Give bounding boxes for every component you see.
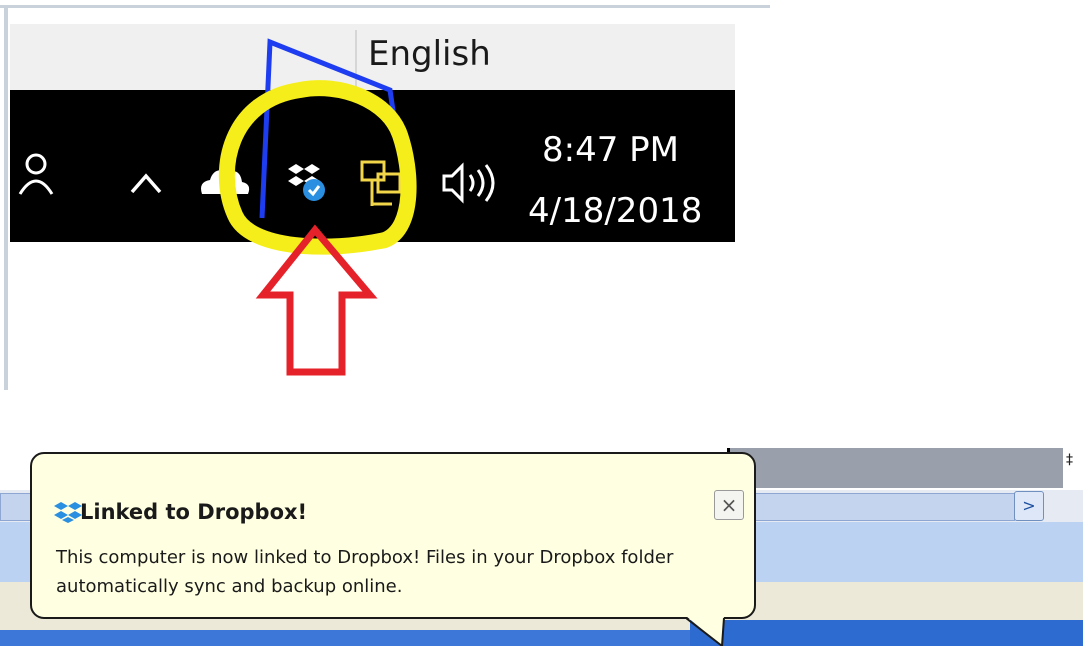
notification-body: This computer is now linked to Dropbox! … (56, 547, 674, 597)
dropbox-icon (54, 502, 82, 523)
annotation-layer (218, 38, 417, 376)
balloon-tail (686, 616, 725, 646)
window-titlebar-strip (727, 448, 1066, 488)
pin-icon[interactable]: ‡ (1066, 452, 1073, 468)
taskbar-screenshot: English 8:47 PM 4/18/2018 (0, 0, 780, 395)
notification-title: Linked to Dropbox! (80, 500, 308, 524)
go-button[interactable]: > (1014, 491, 1044, 521)
close-button[interactable]: × (714, 490, 744, 520)
close-icon: × (720, 493, 738, 517)
xp-taskbar-tray (690, 620, 1083, 646)
yellow-highlight-circle (218, 80, 417, 255)
blue-annotation-line (259, 38, 401, 219)
